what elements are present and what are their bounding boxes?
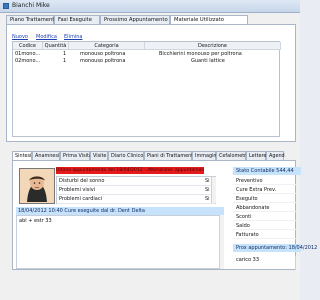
stat-eseguito: Eseguito <box>233 195 301 203</box>
stat-abbandonate: Abbandonate <box>233 204 301 212</box>
app-icon <box>3 3 9 9</box>
window-title: Bianchi Mike <box>12 2 50 9</box>
stat-sconti: Sconti <box>233 213 301 221</box>
tab-cefalometrie[interactable]: Cefalometrie <box>216 151 251 160</box>
tab-prima-visita[interactable]: Prima Visita <box>60 151 92 160</box>
tab-piano-trattamento[interactable]: Piano Trattamento <box>6 15 57 24</box>
check-value: Si <box>205 196 210 202</box>
next-appointment-value: carico 33 <box>236 257 260 263</box>
tab-immagini[interactable]: Immagini <box>192 151 218 160</box>
check-label: Problemi visivi <box>59 187 96 193</box>
patient-photo-image <box>20 169 54 203</box>
cell-categoria: monouso poltrona <box>80 51 126 57</box>
accounting-status-header: Stato Contabile 544,44 <box>233 167 301 175</box>
tab-agenda[interactable]: Agend <box>266 151 285 160</box>
col-codice[interactable]: Codice <box>13 42 43 50</box>
anamnesis-checklist: Disturbi del sonno Si Problemi visivi Si… <box>56 176 216 204</box>
check-row[interactable]: Disturbi del sonno Si <box>57 177 215 186</box>
patient-photo <box>19 168 55 204</box>
tab-lettere[interactable]: Lettere <box>246 151 266 160</box>
check-row[interactable]: Problemi cardiaci Si <box>57 195 215 204</box>
cell-quantita: 1 <box>63 51 67 57</box>
col-categoria[interactable]: Categoria <box>69 42 145 50</box>
tab-anamnesi[interactable]: Anamnesi <box>32 151 60 160</box>
check-row[interactable]: Problemi visivi Si <box>57 186 215 195</box>
tab-visite[interactable]: Visite <box>90 151 108 160</box>
checklist-scrollbar[interactable] <box>211 177 216 203</box>
col-quantita[interactable]: Quantità <box>43 42 69 50</box>
check-value: Si <box>205 187 210 193</box>
tab-fasi-eseguite[interactable]: Fasi Eseguite <box>54 15 100 24</box>
stat-fatturato: Fatturato <box>233 231 301 239</box>
cell-descrizione: Bicchierini monouso per poltrona <box>159 51 242 57</box>
last-visit-bar: 18/04/2012 10:40 Cure eseguite dal dr. D… <box>16 207 224 215</box>
tab-piani-trattamento[interactable]: Piani di Trattamento <box>144 151 196 160</box>
stat-cure-extra: Cure Extra Prev. <box>233 186 301 194</box>
col-descrizione[interactable]: Descrizione <box>145 42 281 50</box>
app-window: Bianchi Mike Piano Trattamento Fasi Eseg… <box>0 0 317 300</box>
appointment-alert: Ultimo appuntamento del 18/04/2012 - Att… <box>56 167 204 174</box>
tab-prossimo-appuntamento[interactable]: Prossimo Appuntamento <box>100 15 170 24</box>
stat-preventivo: Preventivo <box>233 177 301 185</box>
cell-descrizione: Guanti lattice <box>191 58 225 64</box>
tab-diario-clinico[interactable]: Diario Clinico <box>108 151 144 160</box>
tab-sintesi[interactable]: Sintesi <box>12 151 32 160</box>
notes-scrollbar[interactable] <box>219 215 224 269</box>
cell-codice: 01mono... <box>15 51 41 57</box>
next-appointment-header: Prox appuntamento: 18/04/2012 <box>233 244 317 252</box>
materials-grid: Codice Quantità Categoria Descrizione 01… <box>12 41 281 137</box>
cell-codice: 02mono... <box>15 58 41 64</box>
check-label: Disturbi del sonno <box>59 178 105 184</box>
visit-notes[interactable]: abl + estr 33 <box>16 215 224 269</box>
stat-saldo: Saldo <box>233 222 301 230</box>
next-appointment-scrollbar[interactable] <box>295 256 300 270</box>
check-value: Si <box>205 178 210 184</box>
delete-link[interactable]: Elimina <box>64 34 82 40</box>
title-bar[interactable]: Bianchi Mike <box>0 0 300 13</box>
check-label: Problemi cardiaci <box>59 196 102 202</box>
edit-link[interactable]: Modifica <box>36 34 57 40</box>
cell-categoria: monouso poltrona <box>80 58 126 64</box>
new-link[interactable]: Nuovo <box>12 34 28 40</box>
cell-quantita: 1 <box>63 58 67 64</box>
